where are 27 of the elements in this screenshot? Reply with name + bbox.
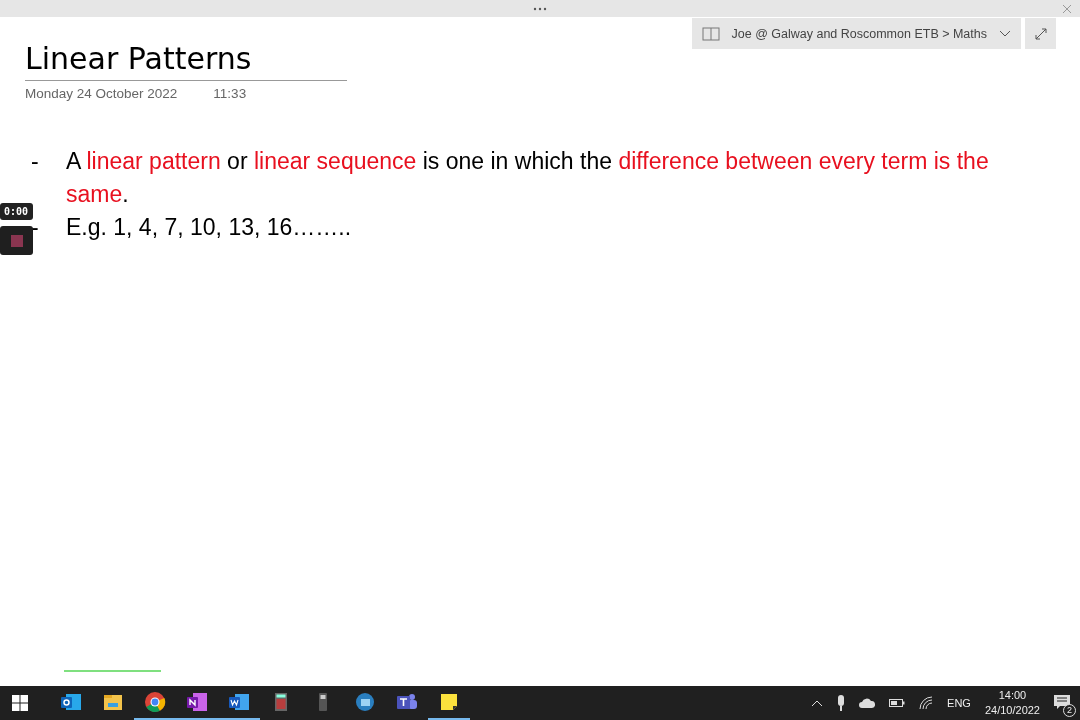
microphone-icon[interactable] xyxy=(837,695,846,711)
browser-icon xyxy=(144,691,166,713)
cloud-icon[interactable] xyxy=(859,698,876,708)
start-icon[interactable] xyxy=(12,695,28,711)
battery-icon[interactable] xyxy=(889,698,906,708)
chevron-down-icon xyxy=(999,29,1011,38)
notebook-app-icon xyxy=(186,691,208,713)
bullet-text: A linear pattern or linear sequence is one in which the difference between every term is the same. xyxy=(66,147,990,209)
notebook-selector[interactable]: Joe @ Galway and Roscommon ETB > Maths xyxy=(691,18,1021,49)
expand-icon xyxy=(1034,27,1047,40)
page-time: 11:33 xyxy=(213,86,247,101)
document-app-icon xyxy=(228,691,250,713)
wifi-icon[interactable] xyxy=(919,696,934,710)
book-icon xyxy=(701,26,720,41)
bullet-text: E.g. 1, 4, 7, 10, 13, 16…….. xyxy=(66,213,353,242)
page-date: Monday 24 October 2022 xyxy=(25,86,178,101)
clock-time[interactable]: 14:00 xyxy=(998,688,1027,703)
page-title: Linear Patterns xyxy=(25,41,253,76)
mail-app-icon xyxy=(60,691,82,713)
chevron-up-icon[interactable] xyxy=(811,699,824,707)
camera-app-icon xyxy=(354,691,376,713)
bullet-marker: - xyxy=(30,147,40,176)
recording-timer: 0:00 xyxy=(0,203,33,220)
sticky-note-icon xyxy=(438,691,460,713)
more-icon[interactable] xyxy=(533,6,547,11)
language-indicator[interactable]: ENG xyxy=(947,697,971,709)
clock-date[interactable]: 24/10/2022 xyxy=(984,703,1040,718)
